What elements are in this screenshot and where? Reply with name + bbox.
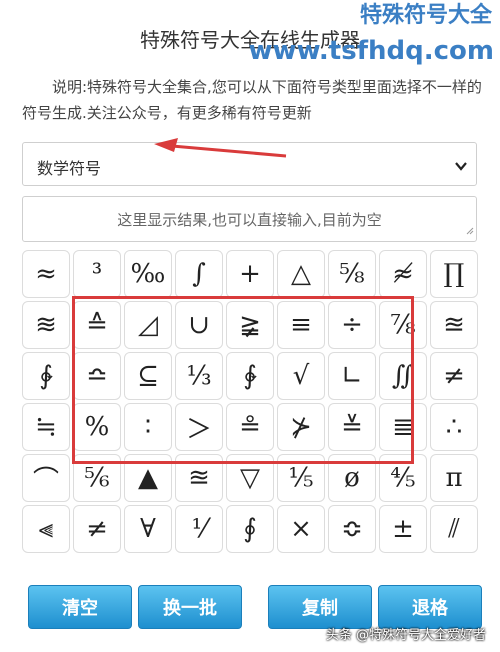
symbol-button[interactable]: ≒ [22, 403, 70, 451]
symbol-button[interactable]: ＞ [175, 403, 223, 451]
symbol-button[interactable]: √ [277, 352, 325, 400]
symbol-button[interactable]: △ [277, 250, 325, 298]
symbol-button[interactable]: ≗ [226, 403, 274, 451]
symbol-button[interactable]: ⊆ [124, 352, 172, 400]
symbol-button[interactable]: ⫽ [430, 505, 478, 553]
symbol-button[interactable]: ≡ [277, 301, 325, 349]
resize-handle-icon[interactable] [464, 220, 474, 239]
symbol-button[interactable]: ‰ [124, 250, 172, 298]
symbol-button[interactable]: ⅝ [328, 250, 376, 298]
symbol-button[interactable]: ⅘ [379, 454, 427, 502]
symbol-button[interactable]: ∴ [430, 403, 478, 451]
symbol-button[interactable]: ∏ [430, 250, 478, 298]
symbol-button[interactable]: ∶ [124, 403, 172, 451]
symbol-button[interactable]: ≙ [73, 301, 121, 349]
watermark-text: 特殊符号大全 [359, 3, 492, 28]
symbol-button[interactable]: + [226, 250, 274, 298]
chevron-down-icon [454, 158, 468, 177]
symbol-button[interactable]: ⅕ [277, 454, 325, 502]
symbol-button[interactable]: % [73, 403, 121, 451]
symbol-button[interactable]: ≠ [73, 505, 121, 553]
footer-watermark: 头条 @特殊符号大全爱好者 [325, 628, 486, 643]
symbol-button[interactable]: ∟ [328, 352, 376, 400]
symbol-button[interactable]: ≚ [328, 403, 376, 451]
symbol-button[interactable]: ⊁ [277, 403, 325, 451]
category-select-value: 数学符号 [37, 159, 102, 178]
description-text: 说明:特殊符号大全集合,您可以从下面符号类型里面选择不一样的符号生成.关注公众号… [22, 78, 482, 122]
symbol-button[interactable]: ∬ [379, 352, 427, 400]
symbol-button[interactable]: ⅓ [175, 352, 223, 400]
result-placeholder: 这里显示结果,也可以直接输入,目前为空 [117, 211, 382, 229]
symbol-button[interactable]: ∲ [226, 352, 274, 400]
symbol-grid: ≈ ³ ‰ ∫ + △ ⅝ ≉ ∏ ≋ ≙ ◿ ∪ ≩ ≡ ÷ ⅞ ≊ ∲ ≏ ⊆ ⅓ ∲ √ ∟ ∬ ≠ ≒% ∶ ＞ ≗ ⊁ ≚ ≣ ∴ ⌒ ⅚ ▲ ≊… [22, 250, 478, 553]
symbol-button[interactable]: ⅟ [175, 505, 223, 553]
symbol-button[interactable]: ≣ [379, 403, 427, 451]
symbol-button[interactable]: ⌒ [22, 454, 70, 502]
symbol-button[interactable]: ◿ [124, 301, 172, 349]
copy-button[interactable]: 复制 [268, 585, 372, 629]
symbol-button[interactable]: ▲ [124, 454, 172, 502]
symbol-button[interactable]: × [277, 505, 325, 553]
symbol-button[interactable]: ± [379, 505, 427, 553]
symbol-button[interactable]: ∀ [124, 505, 172, 553]
symbol-button[interactable]: ≏ [73, 352, 121, 400]
watermark-url: www.tsfhdq.com [248, 36, 494, 66]
symbol-button[interactable]: ⅚ [73, 454, 121, 502]
symbol-button[interactable]: ∪ [175, 301, 223, 349]
backspace-button[interactable]: 退格 [378, 585, 482, 629]
red-arrow-annotation [154, 138, 287, 158]
symbol-button[interactable]: ø [328, 454, 376, 502]
clear-button[interactable]: 清空 [28, 585, 132, 629]
symbol-button[interactable]: ∲ [22, 352, 70, 400]
symbol-button[interactable]: ≈ [22, 250, 70, 298]
symbol-button[interactable]: ⫷ [22, 505, 70, 553]
symbol-button[interactable]: ∮ [226, 505, 274, 553]
symbol-button[interactable]: ▽ [226, 454, 274, 502]
symbol-button[interactable]: ≠ [430, 352, 478, 400]
result-textarea[interactable]: 这里显示结果,也可以直接输入,目前为空 [22, 196, 477, 242]
symbol-button[interactable]: ≊ [175, 454, 223, 502]
refresh-button[interactable]: 换一批 [138, 585, 242, 629]
symbol-button[interactable]: ⅞ [379, 301, 427, 349]
symbol-button[interactable]: ≋ [22, 301, 70, 349]
symbol-button[interactable]: ∫ [175, 250, 223, 298]
symbol-button[interactable]: π [430, 454, 478, 502]
symbol-button[interactable]: ³ [73, 250, 121, 298]
symbol-button[interactable]: ≩ [226, 301, 274, 349]
symbol-button[interactable]: ≊ [430, 301, 478, 349]
symbol-button[interactable]: ≎ [328, 505, 376, 553]
symbol-button[interactable]: ≉ [379, 250, 427, 298]
symbol-button[interactable]: ÷ [328, 301, 376, 349]
